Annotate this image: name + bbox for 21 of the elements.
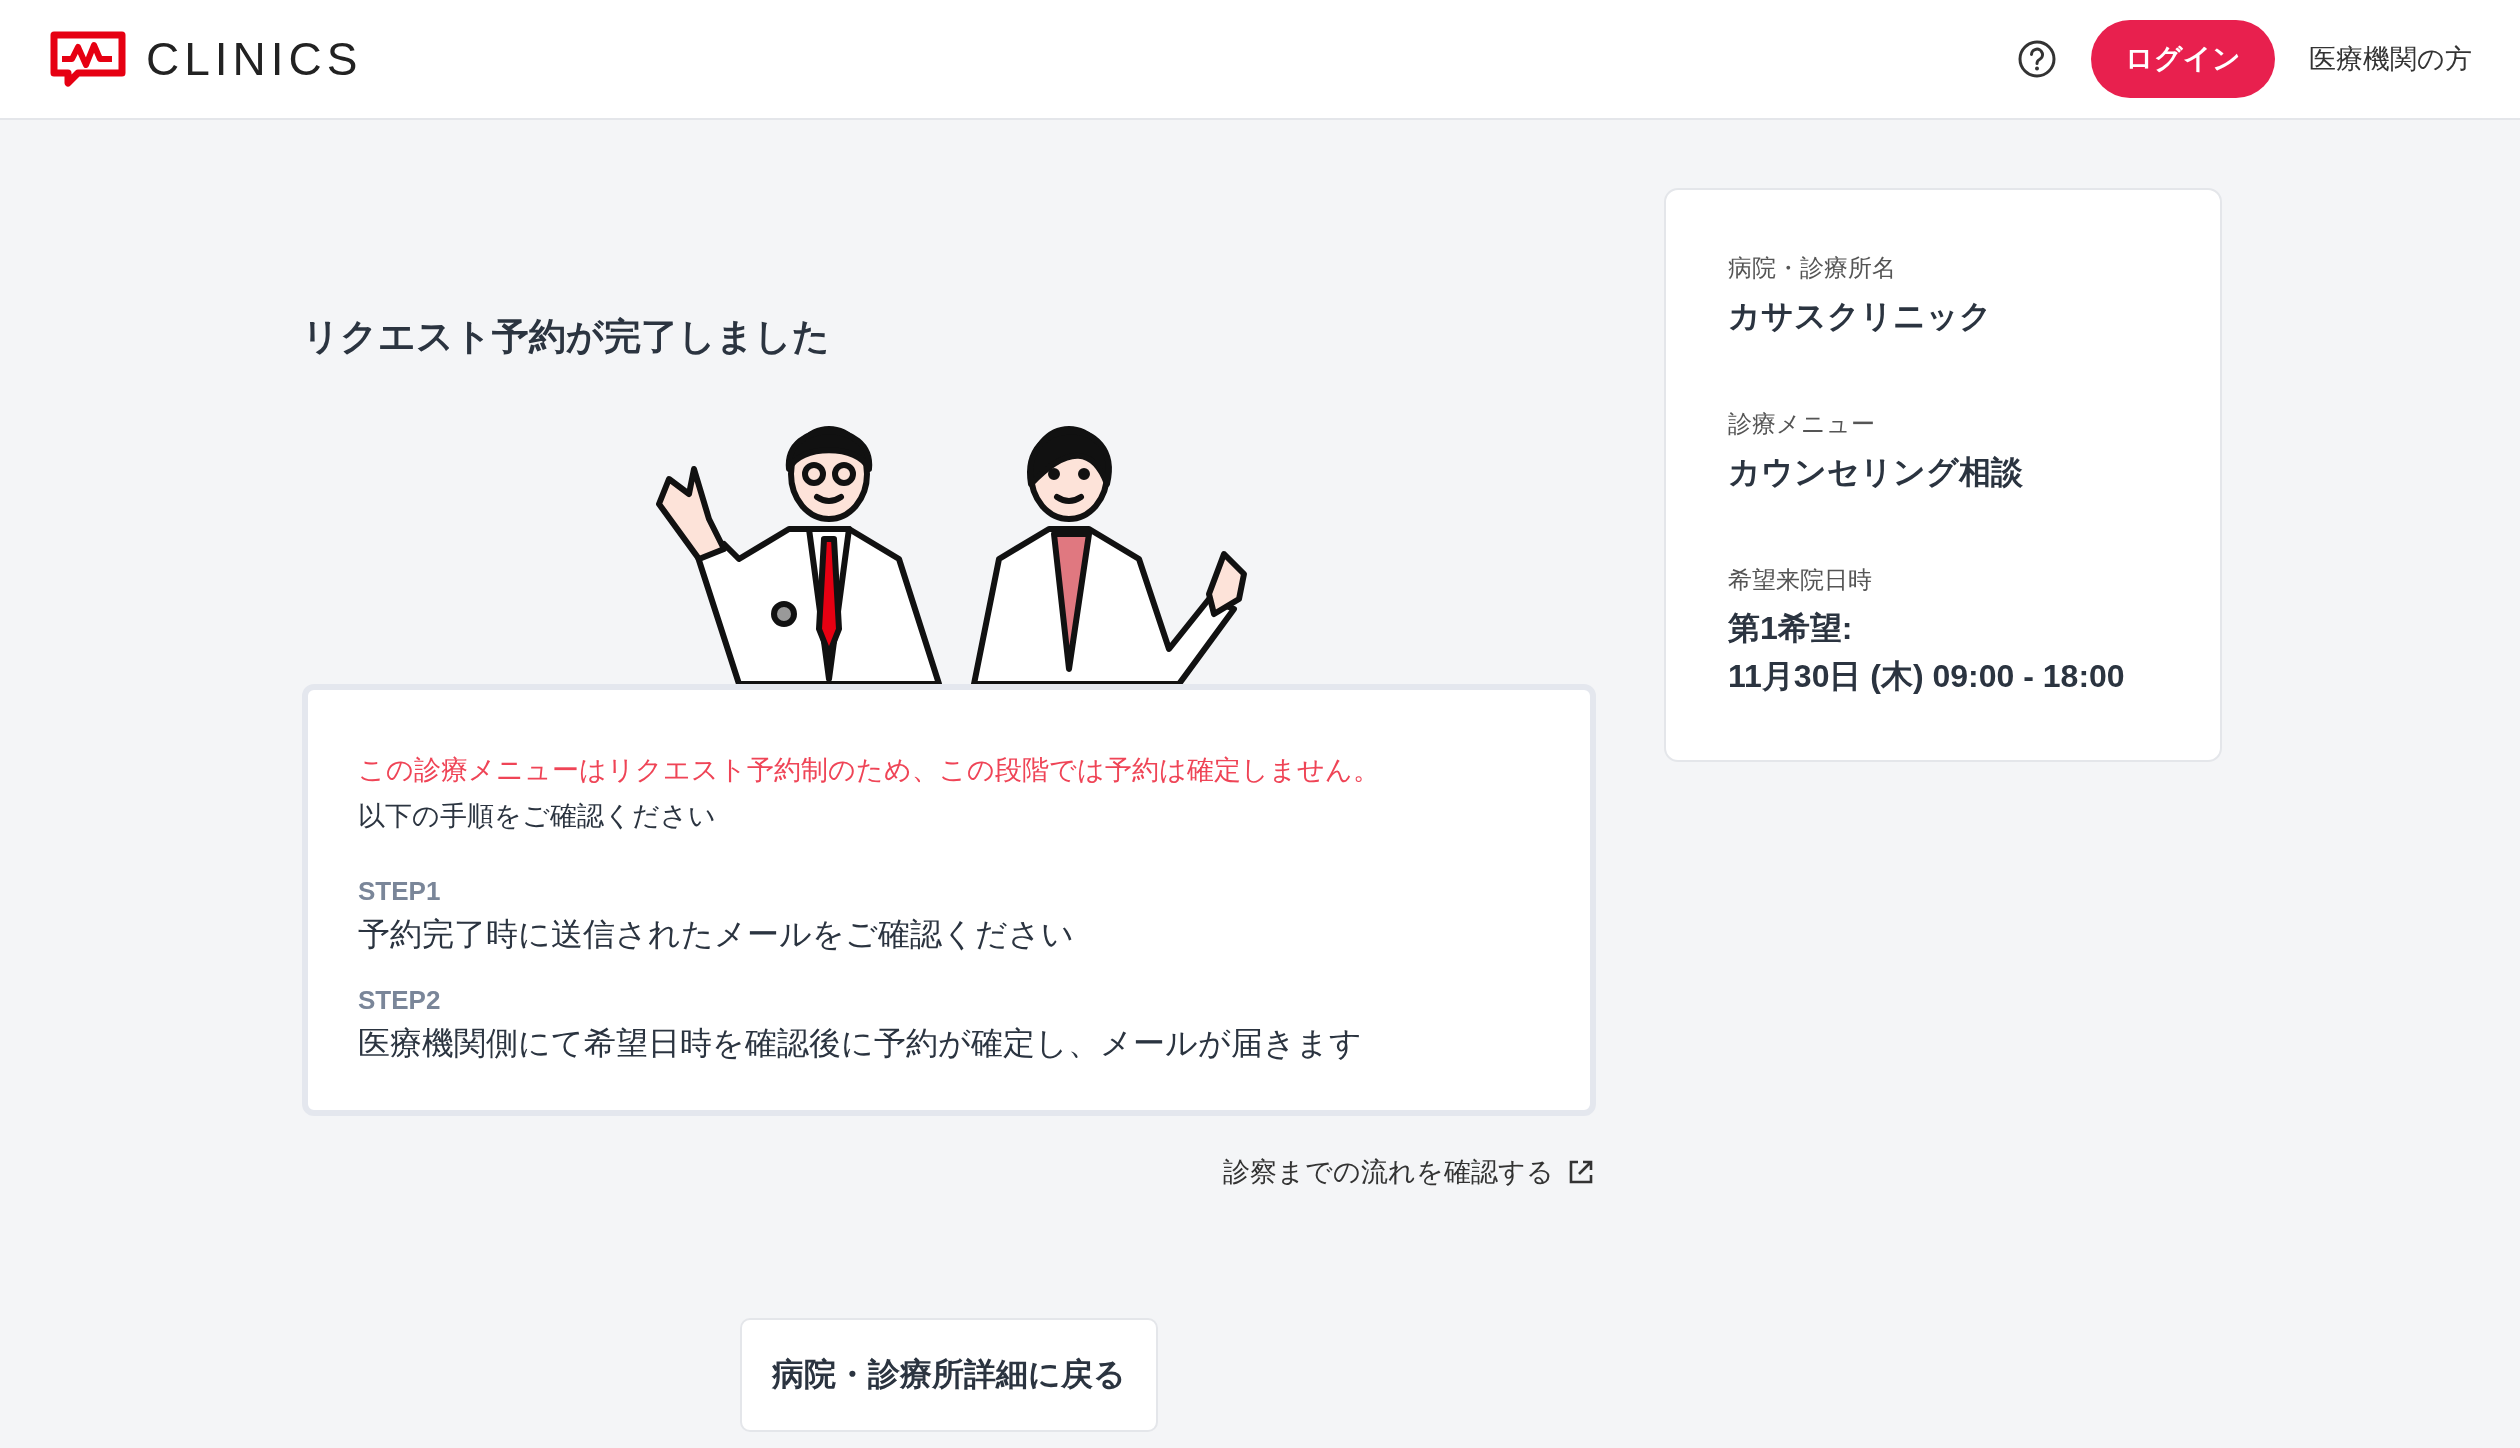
institution-link[interactable]: 医療機関の方 bbox=[2309, 41, 2472, 77]
step-text: 予約完了時に送信されたメールをご確認ください bbox=[358, 915, 1075, 954]
back-button[interactable]: 病院・診療所詳細に戻る bbox=[740, 1318, 1158, 1432]
step-label: STEP2 bbox=[358, 985, 442, 1016]
page-title: リクエスト予約が完了しました bbox=[302, 315, 831, 359]
intro-text: 以下の手順をご確認ください bbox=[358, 800, 717, 833]
flow-link[interactable]: 診察までの流れを確認する bbox=[1223, 1154, 1554, 1190]
summary-value: カサスクリニック bbox=[1728, 297, 1993, 336]
summary-label: 希望来院日時 bbox=[1728, 565, 1873, 595]
summary-value: カウンセリング相談 bbox=[1728, 453, 2024, 492]
logo-icon bbox=[48, 29, 128, 89]
help-icon[interactable] bbox=[2017, 39, 2057, 79]
login-button[interactable]: ログイン bbox=[2091, 20, 2275, 98]
summary-label: 病院・診療所名 bbox=[1728, 253, 1897, 283]
summary-label: 診療メニュー bbox=[1728, 409, 1876, 439]
logo-text: CLINICS bbox=[146, 32, 363, 86]
summary-value: 11月30日 (木) 09:00 - 18:00 bbox=[1728, 657, 2126, 696]
step-label: STEP1 bbox=[358, 876, 442, 907]
summary-value: 第1希望: bbox=[1728, 609, 1854, 648]
step-text: 医療機関側にて希望日時を確認後に予約が確定し、メールが届きます bbox=[358, 1024, 1363, 1063]
warning-text: この診療メニューはリクエスト予約制のため、この段階では予約は確定しません。 bbox=[358, 754, 1381, 787]
